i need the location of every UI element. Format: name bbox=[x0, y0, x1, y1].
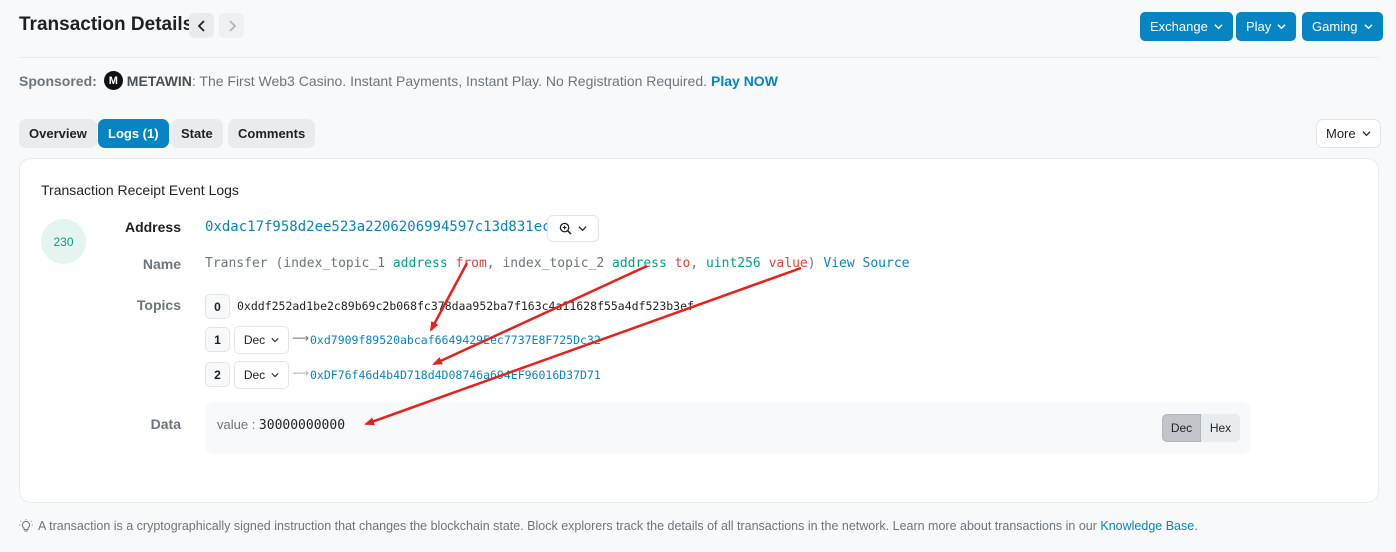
address-zoom-dropdown[interactable] bbox=[547, 215, 599, 242]
exchange-menu-label: Exchange bbox=[1150, 19, 1208, 34]
event-logs-card: Transaction Receipt Event Logs 230 Addre… bbox=[19, 158, 1379, 503]
param1-index: index_topic_1 bbox=[283, 256, 393, 271]
topic1-from-address-link[interactable]: 0xd7909f89520abcaf6649429Eec7737E8F725Dc… bbox=[310, 333, 601, 347]
param1-name: from bbox=[455, 256, 487, 271]
tab-state[interactable]: State bbox=[171, 119, 223, 148]
topic2-to-address-link[interactable]: 0xDF76f46d4b4D718d4D08746a694EF96016D37D… bbox=[310, 368, 601, 382]
data-key: value : bbox=[217, 417, 259, 432]
address-label: Address bbox=[124, 219, 181, 235]
param-separator: , bbox=[690, 256, 706, 271]
chevron-down-icon bbox=[271, 338, 279, 343]
param2-index: index_topic_2 bbox=[502, 256, 613, 271]
play-now-link[interactable]: Play NOW bbox=[711, 73, 778, 89]
tab-comments[interactable]: Comments bbox=[228, 119, 316, 148]
tab-logs[interactable]: Logs (1) bbox=[98, 119, 169, 148]
sponsored-label: Sponsored: bbox=[19, 72, 97, 89]
topic0-hash: 0xddf252ad1be2c89b69c2b068fc378daa952ba7… bbox=[237, 299, 694, 313]
metawin-logo-icon: M bbox=[103, 71, 123, 90]
param2-type: address bbox=[612, 256, 675, 271]
data-panel: value : 30000000000 Dec Hex bbox=[205, 402, 1251, 454]
signature-close: ) bbox=[807, 256, 816, 271]
param2-name: to bbox=[674, 256, 691, 271]
chevron-left-icon bbox=[197, 19, 205, 32]
event-signature: Transfer (index_topic_1 address from, in… bbox=[205, 256, 909, 271]
zoom-in-icon bbox=[559, 222, 572, 235]
chevron-down-icon bbox=[1362, 131, 1371, 137]
previous-transaction-button[interactable] bbox=[189, 13, 214, 38]
chevron-down-icon bbox=[271, 373, 279, 378]
topic-index-badge: 2 bbox=[205, 362, 230, 387]
arrow-right-icon: ⟶ bbox=[292, 366, 310, 380]
footer-text: A transaction is a cryptographically sig… bbox=[38, 519, 1198, 533]
view-source-link[interactable]: View Source bbox=[823, 256, 909, 271]
topic2-format-select[interactable]: Dec bbox=[234, 361, 289, 389]
chevron-down-icon bbox=[578, 226, 587, 232]
name-label: Name bbox=[142, 256, 181, 272]
more-label: More bbox=[1326, 126, 1356, 141]
gaming-menu-label: Gaming bbox=[1312, 19, 1358, 34]
topic1-format-select[interactable]: Dec bbox=[234, 326, 289, 354]
topic2-format-label: Dec bbox=[243, 368, 266, 382]
chevron-right-icon bbox=[228, 19, 236, 32]
gaming-menu-button[interactable]: Gaming bbox=[1302, 12, 1383, 41]
chevron-down-icon bbox=[1363, 24, 1373, 30]
lightbulb-icon bbox=[19, 519, 33, 532]
play-menu-button[interactable]: Play bbox=[1236, 12, 1297, 41]
chevron-down-icon bbox=[1214, 24, 1223, 30]
topics-label: Topics bbox=[136, 297, 181, 313]
footer-note: A transaction is a cryptographically sig… bbox=[19, 519, 1198, 533]
sponsored-banner: Sponsored: M METAWIN : The First Web3 Ca… bbox=[19, 71, 778, 90]
log-index-badge: 230 bbox=[41, 219, 86, 264]
more-button[interactable]: More bbox=[1316, 119, 1381, 148]
arrow-right-icon: ⟶ bbox=[292, 331, 310, 345]
param-separator: , bbox=[486, 256, 503, 271]
param3-type: uint256 bbox=[705, 256, 769, 271]
sponsor-message: : The First Web3 Casino. Instant Payment… bbox=[191, 72, 707, 89]
knowledge-base-link[interactable]: Knowledge Base bbox=[1100, 519, 1194, 533]
event-logs-title: Transaction Receipt Event Logs bbox=[41, 182, 239, 198]
topic1-format-label: Dec bbox=[243, 333, 266, 347]
page-title: Transaction Details bbox=[19, 14, 194, 35]
data-value: 30000000000 bbox=[258, 418, 346, 433]
page-header: Transaction Details Exchange Play Gaming bbox=[19, 10, 1383, 58]
topic-index-badge: 0 bbox=[205, 294, 230, 319]
param3-name: value bbox=[768, 256, 808, 271]
event-name: Transfer ( bbox=[205, 256, 284, 271]
sponsor-brand[interactable]: METAWIN bbox=[127, 73, 192, 89]
exchange-menu-button[interactable]: Exchange bbox=[1140, 12, 1233, 41]
contract-address-link[interactable]: 0xdac17f958d2ee523a2206206994597c13d831e… bbox=[205, 219, 559, 235]
dec-toggle-button[interactable]: Dec bbox=[1162, 414, 1201, 442]
data-field: value : 30000000000 bbox=[217, 417, 345, 433]
next-transaction-button[interactable] bbox=[219, 13, 244, 38]
param1-type: address bbox=[392, 256, 456, 271]
hex-toggle-button[interactable]: Hex bbox=[1201, 414, 1240, 442]
tab-overview[interactable]: Overview bbox=[19, 119, 97, 148]
play-menu-label: Play bbox=[1246, 19, 1272, 34]
data-label: Data bbox=[150, 416, 181, 432]
chevron-down-icon bbox=[1277, 24, 1286, 30]
topic-index-badge: 1 bbox=[205, 327, 230, 352]
